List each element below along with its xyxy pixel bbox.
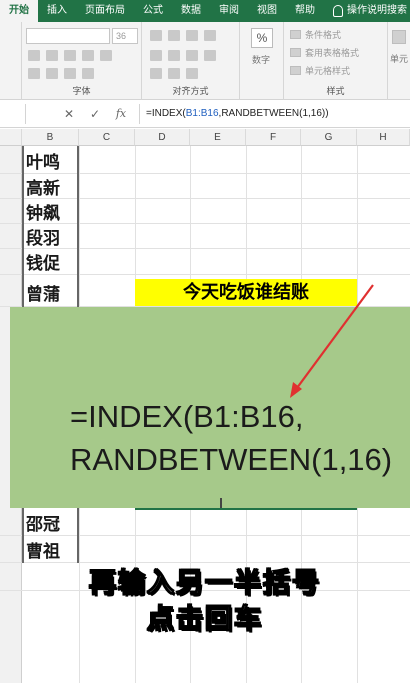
align-top-icon[interactable] <box>150 30 162 41</box>
cancel-icon[interactable]: ✕ <box>60 106 78 122</box>
formula-range: B1:B16 <box>185 108 219 119</box>
gridline <box>0 535 410 536</box>
align-right-icon[interactable] <box>186 50 198 61</box>
column-header-e[interactable]: E <box>190 129 246 146</box>
gridline <box>0 562 410 563</box>
overlay-formula-line2: RANDBETWEEN(1,16) <box>70 442 393 477</box>
font-group-label: 字体 <box>72 86 91 96</box>
formula-input[interactable]: =INDEX(B1:B16,RANDBETWEEN(1,16)) <box>139 104 410 124</box>
number-format-label[interactable]: 数字 <box>252 53 270 66</box>
cell-name[interactable]: 曾蒲 <box>26 280 76 305</box>
conditional-formatting-icon <box>290 30 301 39</box>
font-color-buttons <box>28 68 94 79</box>
cell-name[interactable]: 邵冠 <box>26 510 76 535</box>
indent-buttons <box>150 68 198 79</box>
tab-page-layout[interactable]: 页面布局 <box>76 0 134 22</box>
cell-name[interactable]: 高新 <box>26 174 76 199</box>
cell-name[interactable]: 曹祖 <box>26 537 76 562</box>
cells-group: 单元 <box>388 22 410 100</box>
tell-me-label: 操作说明搜索 <box>347 5 407 16</box>
align-bottom-icon[interactable] <box>186 30 198 41</box>
tab-insert[interactable]: 插入 <box>38 0 76 22</box>
vertical-align-buttons <box>150 30 216 41</box>
column-header-g[interactable]: G <box>301 129 357 146</box>
column-header-f[interactable]: F <box>246 129 301 146</box>
ribbon-tab-bar: 开始 插入 页面布局 公式 数据 审阅 视图 帮助 操作说明搜索 <box>0 0 410 22</box>
align-middle-icon[interactable] <box>168 30 180 41</box>
insert-function-icon[interactable]: fx <box>112 106 130 122</box>
align-left-icon[interactable] <box>150 50 162 61</box>
border-icon[interactable] <box>28 68 40 79</box>
font-color-icon[interactable] <box>64 68 76 79</box>
formula-bar: ✕ ✓ fx =INDEX(B1:B16,RANDBETWEEN(1,16)) <box>0 101 410 128</box>
video-caption: 再输入另一半括号 点击回车 <box>0 566 410 638</box>
tell-me-search[interactable]: 操作说明搜索 <box>324 0 410 22</box>
format-as-table-label: 套用表格格式 <box>305 48 360 58</box>
tab-data[interactable]: 数据 <box>172 0 210 22</box>
tab-home[interactable]: 开始 <box>0 0 38 22</box>
bold-icon[interactable] <box>28 50 40 61</box>
column-header-d[interactable]: D <box>135 129 190 146</box>
column-header-h[interactable]: H <box>357 129 410 146</box>
overlay-formula: =INDEX(B1:B16, RANDBETWEEN(1,16) <box>70 395 392 481</box>
formula-zoom-overlay: =INDEX(B1:B16, RANDBETWEEN(1,16) <box>10 307 410 508</box>
clipboard-group <box>0 22 22 100</box>
highlighted-title-cell[interactable]: 今天吃饭谁结账 <box>135 279 357 306</box>
merge-cells-icon[interactable] <box>204 50 216 61</box>
conditional-formatting-label: 条件格式 <box>305 30 342 40</box>
cell-styles-icon <box>290 66 301 75</box>
caption-line1: 再输入另一半括号 <box>88 567 321 599</box>
font-format-buttons <box>28 50 112 61</box>
italic-icon[interactable] <box>46 50 58 61</box>
styles-group-label: 样式 <box>326 86 345 96</box>
font-size-dropdown[interactable]: 36 <box>112 28 138 44</box>
decrease-indent-icon[interactable] <box>150 68 162 79</box>
formula-prefix: =INDEX( <box>146 108 186 119</box>
alignment-group-label: 对齐方式 <box>172 86 209 96</box>
horizontal-align-buttons <box>150 50 216 61</box>
lightbulb-icon <box>333 5 343 17</box>
font-name-dropdown[interactable] <box>26 28 110 44</box>
format-as-table-button[interactable]: 套用表格格式 <box>290 46 359 59</box>
grow-font-icon[interactable] <box>82 50 94 61</box>
increase-indent-icon[interactable] <box>168 68 180 79</box>
tab-formulas[interactable]: 公式 <box>134 0 172 22</box>
insert-cells-icon[interactable] <box>392 30 406 44</box>
overlay-formula-line1: =INDEX(B1:B16, <box>70 399 304 434</box>
cell-name[interactable]: 叶鸣 <box>26 148 76 173</box>
caption-line2: 点击回车 <box>146 603 263 635</box>
cell-name[interactable]: 钱促 <box>26 249 76 274</box>
underline-icon[interactable] <box>64 50 76 61</box>
cell-styles-label: 单元格样式 <box>305 66 351 76</box>
align-center-icon[interactable] <box>168 50 180 61</box>
ribbon-body: 36 字体 对齐方式 % 数字 条件格式 套用表格格式 单元格样式 样式 单元 <box>0 22 410 100</box>
orientation-icon[interactable] <box>186 68 198 79</box>
formula-suffix: ,RANDBETWEEN(1,16)) <box>218 108 329 119</box>
cell-styles-button[interactable]: 单元格样式 <box>290 64 350 77</box>
cell-name[interactable]: 钟飙 <box>26 199 76 224</box>
cell-name[interactable]: 段羽 <box>26 224 76 249</box>
cells-group-label: 单元 <box>390 54 409 64</box>
column-header-c[interactable]: C <box>79 129 135 146</box>
fill-color-icon[interactable] <box>46 68 58 79</box>
select-all-corner[interactable] <box>0 129 22 146</box>
column-header-b[interactable]: B <box>22 129 79 146</box>
tab-view[interactable]: 视图 <box>248 0 286 22</box>
gridline <box>0 274 410 275</box>
active-cell-border <box>135 508 357 510</box>
enter-icon[interactable]: ✓ <box>86 106 104 122</box>
font-group: 36 字体 <box>22 22 142 100</box>
number-group: % 数字 <box>240 22 284 100</box>
shrink-font-icon[interactable] <box>100 50 112 61</box>
tab-review[interactable]: 审阅 <box>210 0 248 22</box>
alignment-group: 对齐方式 <box>142 22 240 100</box>
name-box[interactable] <box>0 104 26 124</box>
tab-help[interactable]: 帮助 <box>286 0 324 22</box>
phonetic-icon[interactable] <box>82 68 94 79</box>
styles-group: 条件格式 套用表格格式 单元格样式 样式 <box>284 22 388 100</box>
wrap-text-icon[interactable] <box>204 30 216 41</box>
format-as-table-icon <box>290 48 301 57</box>
percent-icon[interactable]: % <box>251 28 273 48</box>
conditional-formatting-button[interactable]: 条件格式 <box>290 28 341 41</box>
